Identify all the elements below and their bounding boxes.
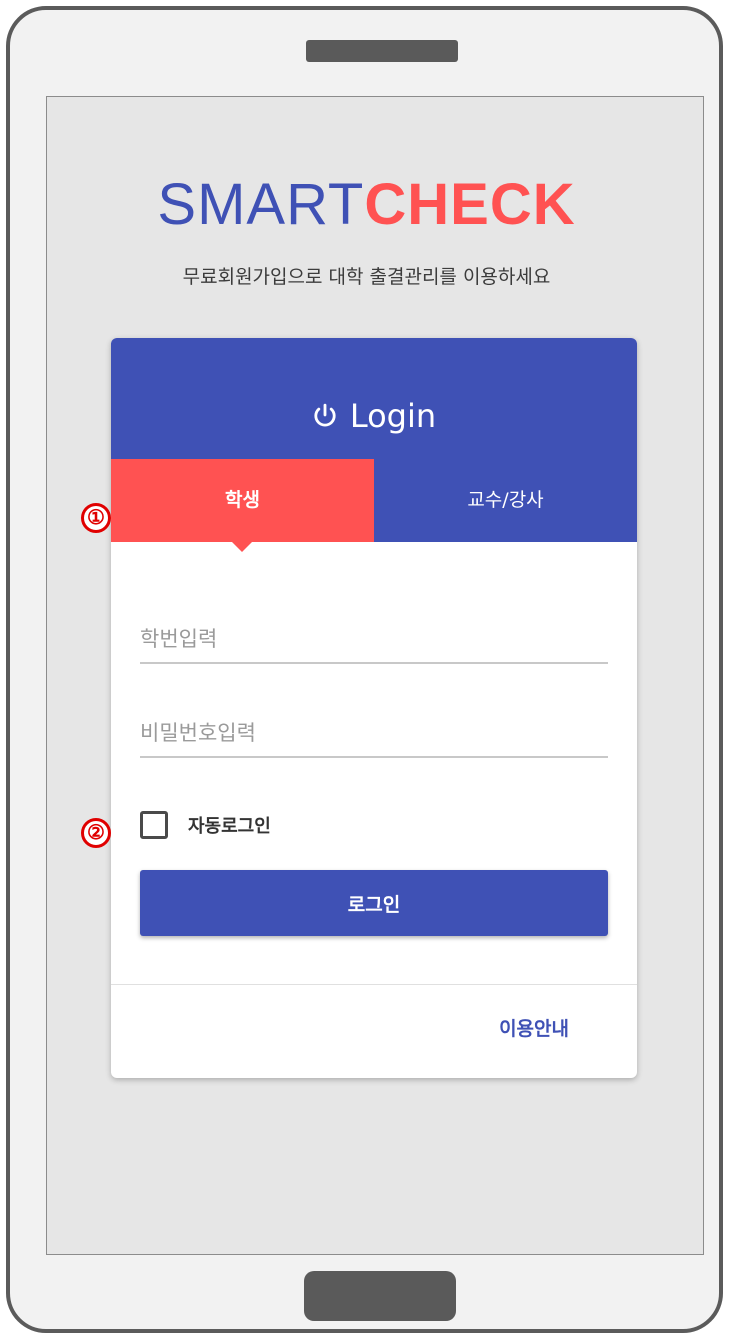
auto-login-label: 자동로그인 bbox=[188, 816, 271, 837]
student-id-input[interactable] bbox=[140, 616, 608, 664]
login-card-header: Login 학생 교수/강사 bbox=[111, 338, 637, 552]
login-title-text: Login bbox=[349, 397, 437, 435]
brand-logo: SMARTCHECK bbox=[0, 170, 733, 240]
brand-logo-smart: SMART bbox=[157, 172, 365, 237]
login-button[interactable]: 로그인 bbox=[140, 870, 608, 936]
auto-login-checkbox[interactable] bbox=[140, 811, 168, 839]
brand-logo-check: CHECK bbox=[364, 172, 576, 237]
annotation-marker-2: ② bbox=[81, 818, 111, 848]
power-icon bbox=[314, 403, 336, 427]
password-input[interactable] bbox=[140, 710, 608, 758]
card-footer: 이용안내 bbox=[111, 985, 637, 1078]
usage-guide-link[interactable]: 이용안내 bbox=[499, 1014, 569, 1041]
login-card: Login 학생 교수/강사 자동로그인 로그인 이용안내 bbox=[111, 338, 637, 1078]
phone-speaker bbox=[306, 40, 458, 62]
tab-professor[interactable]: 교수/강사 bbox=[374, 459, 637, 542]
annotation-marker-1: ① bbox=[81, 503, 111, 533]
home-button[interactable] bbox=[304, 1271, 456, 1321]
tab-student[interactable]: 학생 bbox=[111, 459, 374, 552]
login-title: Login bbox=[111, 394, 637, 438]
auto-login-toggle[interactable]: 자동로그인 bbox=[140, 808, 271, 842]
subtitle: 무료회원가입으로 대학 출결관리를 이용하세요 bbox=[182, 266, 551, 288]
